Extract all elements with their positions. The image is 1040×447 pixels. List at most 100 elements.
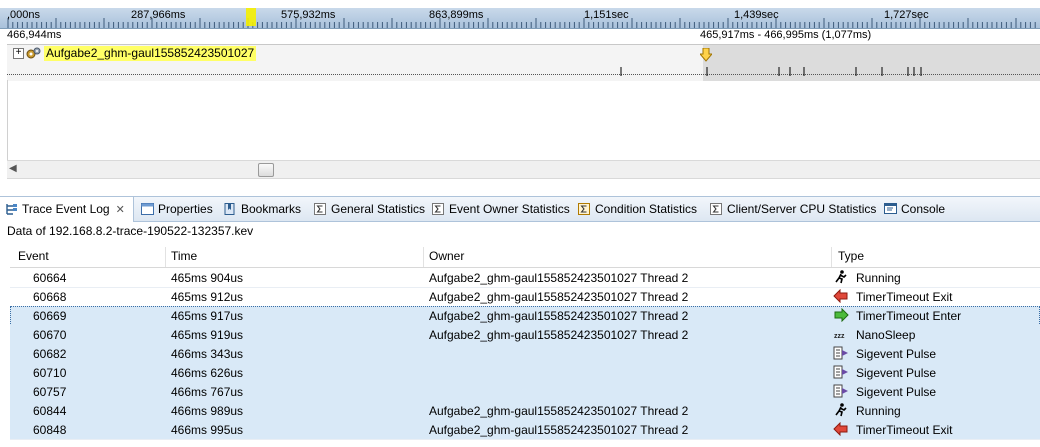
column-header-time[interactable]: Time (171, 249, 197, 263)
tab-event-owner-statistics[interactable]: Event Owner Statistics (432, 197, 570, 221)
sleep-icon: zzz (834, 333, 845, 340)
track-event-ticks (620, 67, 922, 76)
timeline-track-row[interactable]: + Aufgabe2_ghm-gaul155852423501027 (7, 44, 1040, 81)
arrow-right-icon (834, 308, 849, 322)
table-row[interactable]: 60844 466ms 989us Aufgabe2_ghm-gaul15585… (10, 401, 1040, 421)
console-icon (884, 203, 897, 214)
pulse-icon (833, 384, 848, 398)
horizontal-scrollbar[interactable]: ◀ (7, 160, 1040, 179)
event-cell: 60682 (33, 347, 67, 361)
type-cell: TimerTimeout Exit (856, 423, 953, 437)
arrow-left-icon (833, 289, 848, 303)
ruler-label: ,000ns (7, 9, 41, 21)
arrow-left-icon (833, 422, 848, 436)
table-row[interactable]: 60682 466ms 343us Sigevent Pulse (10, 344, 1040, 364)
event-cell: 60848 (33, 423, 67, 437)
table-row[interactable]: 60669 465ms 917us Aufgabe2_ghm-gaul15585… (10, 306, 1040, 326)
tab-label: Properties (158, 202, 213, 216)
owner-cell: Aufgabe2_ghm-gaul155852423501027 Thread … (429, 290, 689, 304)
type-cell: Sigevent Pulse (856, 347, 937, 361)
tab-client-server-cpu-statistics[interactable]: Client/Server CPU Statistics (710, 197, 876, 221)
type-cell: Running (856, 404, 901, 418)
tab-console[interactable]: Console (884, 197, 945, 221)
tab-condition-statistics[interactable]: Condition Statistics (578, 197, 697, 221)
tab-label: General Statistics (331, 202, 426, 216)
table-row[interactable]: 60848 466ms 995us Aufgabe2_ghm-gaul15585… (10, 420, 1040, 440)
scrollbar-thumb[interactable] (258, 163, 274, 177)
time-cell: 466ms 767us (171, 385, 244, 399)
tab-bookmarks[interactable]: Bookmarks (224, 197, 301, 221)
view-tab-bar: Trace Event Log ✕ Properties Bookmarks Ge… (0, 196, 1040, 222)
ruler-label: 575,932ms (281, 9, 336, 21)
pulse-icon (833, 346, 848, 360)
tab-label: Event Owner Statistics (449, 202, 570, 216)
tab-general-statistics[interactable]: General Statistics (314, 197, 425, 221)
event-cell: 60669 (33, 309, 67, 323)
table-header: Event Time Owner Type (10, 247, 1040, 268)
type-cell: NanoSleep (856, 328, 916, 342)
time-ruler[interactable]: ,000ns 287,966ms 575,932ms 863,899ms 1,151se… (0, 8, 1040, 29)
table-row[interactable]: 60710 466ms 626us Sigevent Pulse (10, 363, 1040, 383)
column-header-event[interactable]: Event (18, 249, 49, 263)
table-row[interactable]: 60757 466ms 767us Sigevent Pulse (10, 382, 1040, 402)
event-cell: 60670 (33, 328, 67, 342)
event-cell: 60664 (33, 271, 67, 285)
sigma-icon (578, 203, 590, 215)
type-cell: Sigevent Pulse (856, 385, 937, 399)
time-cell: 465ms 912us (171, 290, 244, 304)
bookmarks-icon (224, 203, 235, 215)
time-cell: 466ms 626us (171, 366, 244, 380)
event-cell: 60844 (33, 404, 67, 418)
event-cell: 60668 (33, 290, 67, 304)
process-gears-icon (26, 47, 41, 59)
time-cell: 465ms 904us (171, 271, 244, 285)
track-process-label[interactable]: Aufgabe2_ghm-gaul155852423501027 (44, 46, 257, 61)
selection-marker-arrow-icon[interactable] (700, 48, 712, 62)
selection-range-label: 465,917ms - 466,995ms (1,077ms) (700, 29, 872, 41)
ruler-label: 1,727sec (884, 9, 929, 21)
tab-trace-event-log[interactable]: Trace Event Log ✕ (0, 197, 134, 222)
expand-icon[interactable]: + (13, 48, 24, 59)
scroll-left-icon[interactable]: ◀ (9, 163, 17, 174)
column-divider[interactable] (165, 247, 166, 267)
running-icon (835, 270, 847, 284)
time-cell: 466ms 995us (171, 423, 244, 437)
time-cell: 465ms 917us (171, 309, 244, 323)
type-cell: Sigevent Pulse (856, 366, 937, 380)
column-divider[interactable] (831, 247, 832, 267)
time-cell: 466ms 343us (171, 347, 244, 361)
ruler-label: 1,151sec (584, 9, 629, 21)
timeline-pane: ,000ns 287,966ms 575,932ms 863,899ms 1,151se… (0, 0, 1040, 186)
column-header-type[interactable]: Type (838, 249, 864, 263)
owner-cell: Aufgabe2_ghm-gaul155852423501027 Thread … (429, 309, 689, 323)
properties-icon (141, 203, 154, 215)
running-icon (835, 403, 847, 417)
ruler-cursor-marker[interactable] (246, 8, 256, 26)
column-divider[interactable] (423, 247, 424, 267)
owner-cell: Aufgabe2_ghm-gaul155852423501027 Thread … (429, 423, 689, 437)
tab-label: Condition Statistics (595, 202, 698, 216)
column-header-owner[interactable]: Owner (429, 249, 464, 263)
event-cell: 60710 (33, 366, 67, 380)
sigma-icon (314, 203, 326, 215)
time-cell: 466ms 989us (171, 404, 244, 418)
timeline-empty-area (7, 80, 1040, 160)
table-row[interactable]: 60668 465ms 912us Aufgabe2_ghm-gaul15585… (10, 287, 1040, 307)
sigma-icon (432, 203, 444, 215)
pulse-icon (833, 365, 848, 379)
ruler-label: 287,966ms (131, 9, 186, 21)
table-row[interactable]: 60670 465ms 919us Aufgabe2_ghm-gaul15585… (10, 325, 1040, 345)
tab-label: Trace Event Log (22, 202, 110, 216)
event-cell: 60757 (33, 385, 67, 399)
tab-properties[interactable]: Properties (141, 197, 213, 221)
ruler-label: 1,439sec (734, 9, 779, 21)
close-icon[interactable]: ✕ (116, 204, 125, 216)
cursor-position-label: 466,944ms (7, 29, 62, 41)
tab-label: Bookmarks (241, 202, 302, 216)
owner-cell: Aufgabe2_ghm-gaul155852423501027 Thread … (429, 404, 689, 418)
owner-cell: Aufgabe2_ghm-gaul155852423501027 Thread … (429, 328, 689, 342)
type-cell: TimerTimeout Enter (856, 309, 962, 323)
table-row[interactable]: 60664 465ms 904us Aufgabe2_ghm-gaul15585… (10, 268, 1040, 288)
sigma-icon (710, 203, 722, 215)
trace-log-icon (6, 204, 17, 215)
